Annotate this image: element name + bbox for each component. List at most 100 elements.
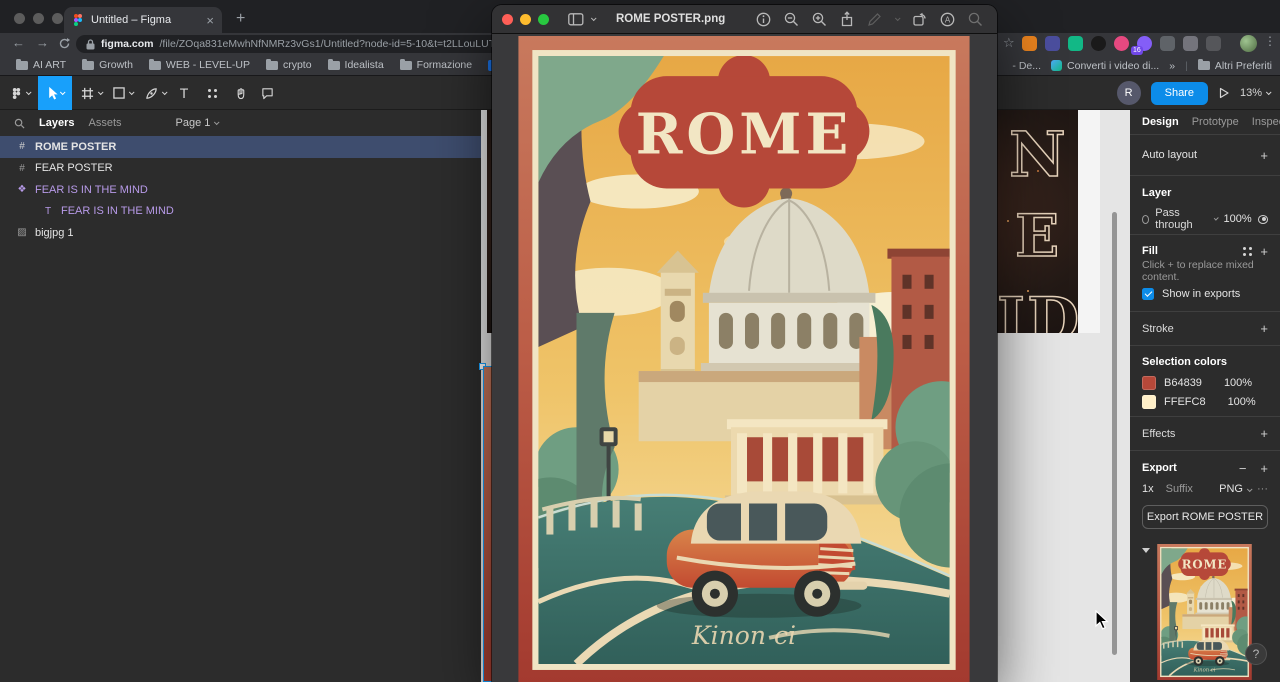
bookmark-item[interactable]: Idealista (328, 59, 384, 71)
forward-icon[interactable]: → (36, 35, 49, 50)
fill-styles-icon[interactable] (1243, 247, 1246, 250)
extension-icon[interactable] (1022, 36, 1037, 51)
export-more-icon[interactable]: ··· (1257, 483, 1268, 495)
back-icon[interactable]: ← (12, 35, 25, 50)
bookmark-item[interactable]: Formazione (400, 59, 472, 71)
color-swatch[interactable] (1142, 395, 1156, 409)
fill-hint: Click + to replace mixed content. (1130, 261, 1280, 281)
bookmarks-overflow-icon[interactable]: » (1169, 60, 1175, 72)
share-icon[interactable] (840, 11, 854, 27)
export-add-icon[interactable]: + (1260, 461, 1268, 476)
present-play-icon[interactable] (1218, 87, 1230, 99)
extensions-puzzle-icon[interactable] (1183, 36, 1198, 51)
minimize-button[interactable] (520, 14, 531, 25)
extension-icon[interactable] (1068, 36, 1083, 51)
page-selector[interactable]: Page 1 (176, 117, 219, 129)
browser-tab[interactable]: Untitled – Figma × (64, 7, 222, 33)
layer-row-image[interactable]: ▨ bigjpg 1 (0, 222, 481, 244)
extension-icon[interactable] (1114, 36, 1129, 51)
blend-mode-icon[interactable] (1142, 215, 1149, 224)
move-tool-button[interactable] (38, 76, 72, 110)
window-close-button[interactable] (14, 13, 25, 24)
preview-app-window[interactable]: ROME POSTER.png (492, 5, 997, 682)
pen-tool-button[interactable] (142, 76, 168, 110)
maximize-button[interactable] (538, 14, 549, 25)
tab-design[interactable]: Design (1142, 116, 1179, 128)
preview-disclosure-icon[interactable] (1142, 548, 1150, 553)
sidebar-toggle-icon[interactable] (568, 13, 584, 26)
color-swatch[interactable] (1142, 376, 1156, 390)
export-suffix-input[interactable]: Suffix (1166, 483, 1193, 495)
extension-icon[interactable] (1091, 36, 1106, 51)
browser-menu-icon[interactable]: ⋮ (1264, 34, 1276, 48)
show-in-exports-checkbox[interactable] (1142, 288, 1154, 300)
bookmark-item[interactable]: AI ART (16, 59, 66, 71)
extension-icon[interactable] (1206, 36, 1221, 51)
extension-icon[interactable] (1160, 36, 1175, 51)
color-opacity[interactable]: 100% (1224, 377, 1252, 389)
bookmark-item[interactable]: crypto (266, 59, 312, 71)
fill-add-icon[interactable]: + (1260, 244, 1268, 259)
layer-row-component[interactable]: ❖ FEAR IS IN THE MIND (0, 179, 481, 201)
bookmark-star-icon[interactable]: ☆ (1003, 35, 1015, 51)
shape-tool-button[interactable] (110, 76, 136, 110)
tab-layers[interactable]: Layers (39, 117, 74, 129)
window-zoom-button[interactable] (52, 13, 63, 24)
main-menu-button[interactable] (6, 76, 34, 110)
effects-add-icon[interactable]: + (1260, 426, 1268, 441)
show-in-exports-label: Show in exports (1162, 288, 1240, 300)
extension-icon[interactable] (1045, 36, 1060, 51)
markup-pencil-icon (867, 12, 882, 27)
zoom-level-select[interactable]: 13% (1240, 87, 1270, 99)
search-icon[interactable] (14, 118, 25, 129)
share-button[interactable]: Share (1151, 82, 1208, 105)
auto-layout-add-icon[interactable]: + (1260, 148, 1268, 163)
color-hex[interactable]: B64839 (1164, 377, 1202, 389)
info-icon[interactable] (756, 12, 771, 27)
layer-row-text[interactable]: T FEAR IS IN THE MIND (0, 201, 481, 223)
bookmark-item[interactable]: Converti i video di... (1051, 60, 1159, 72)
zoom-out-icon[interactable] (784, 12, 799, 27)
comment-tool-button[interactable] (255, 76, 279, 110)
tab-inspect[interactable]: Inspect (1252, 116, 1280, 128)
layer-row-fear-poster[interactable]: # FEAR POSTER (0, 158, 481, 180)
bookmark-item[interactable]: - De... (1012, 60, 1041, 72)
bookmark-item-other[interactable]: Altri Preferiti (1198, 60, 1272, 72)
window-minimize-button[interactable] (33, 13, 44, 24)
user-avatar[interactable]: R (1117, 81, 1141, 105)
resources-tool-button[interactable] (200, 76, 224, 110)
help-button[interactable]: ? (1245, 643, 1267, 665)
frame-tool-button[interactable] (78, 76, 104, 110)
canvas-scrollbar[interactable] (1112, 212, 1117, 655)
export-scale-select[interactable]: 1x (1142, 483, 1154, 495)
color-hex[interactable]: FFEFC8 (1164, 396, 1206, 408)
layer-row-rome-poster[interactable]: # ROME POSTER (0, 136, 481, 158)
search-icon[interactable] (968, 12, 983, 27)
hand-tool-button[interactable] (228, 76, 252, 110)
new-tab-button[interactable]: + (236, 10, 245, 28)
highlight-icon[interactable]: A (940, 12, 955, 27)
blend-mode-select[interactable]: Pass through (1155, 207, 1204, 231)
close-button[interactable] (502, 14, 513, 25)
browser-profile-avatar[interactable] (1240, 35, 1257, 52)
preview-title-bar[interactable]: ROME POSTER.png (492, 5, 997, 34)
reload-icon[interactable] (58, 37, 71, 50)
tab-close-icon[interactable]: × (206, 14, 214, 27)
tab-prototype[interactable]: Prototype (1192, 116, 1239, 128)
tab-assets[interactable]: Assets (88, 117, 121, 129)
folder-icon (328, 61, 340, 70)
export-button[interactable]: Export ROME POSTER (1142, 505, 1268, 529)
chevron-down-icon[interactable] (591, 15, 597, 21)
rotate-icon[interactable] (912, 12, 927, 27)
visibility-eye-icon[interactable] (1258, 215, 1268, 224)
zoom-in-icon[interactable] (812, 12, 827, 27)
color-opacity[interactable]: 100% (1228, 396, 1256, 408)
bookmark-item[interactable]: Growth (82, 59, 133, 71)
export-remove-icon[interactable]: − (1239, 461, 1247, 476)
stroke-add-icon[interactable]: + (1260, 321, 1268, 336)
layer-opacity-value[interactable]: 100% (1224, 213, 1252, 225)
export-format-select[interactable]: PNG (1219, 483, 1251, 495)
text-tool-button[interactable]: T (172, 76, 196, 110)
bookmark-item[interactable]: WEB - LEVEL-UP (149, 59, 250, 71)
folder-icon (266, 61, 278, 70)
